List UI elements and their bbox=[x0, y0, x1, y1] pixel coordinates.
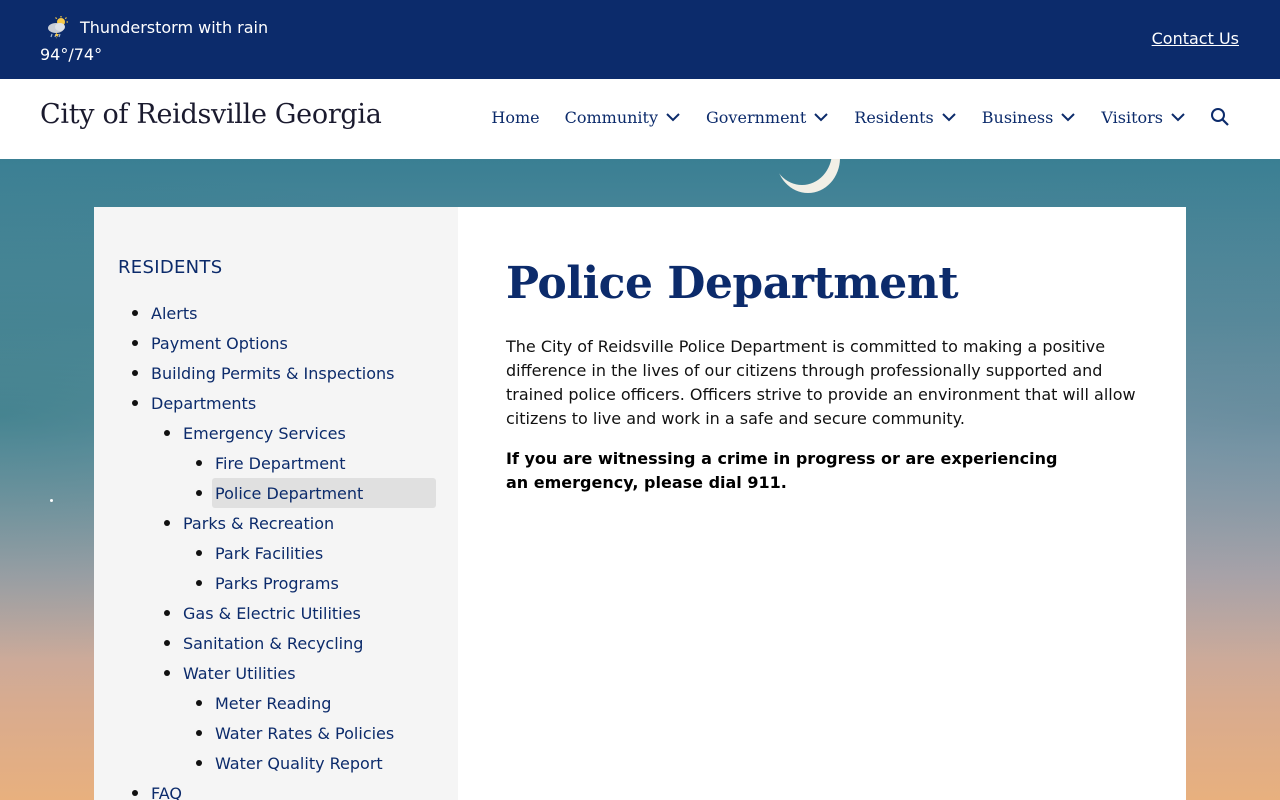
chevron-down-icon bbox=[1171, 113, 1185, 122]
bullet-icon bbox=[196, 580, 202, 586]
chevron-down-icon bbox=[814, 113, 828, 122]
sidebar-title[interactable]: RESIDENTS bbox=[118, 257, 222, 278]
sidebar-item-meter-reading[interactable]: Meter Reading bbox=[94, 688, 458, 718]
bullet-icon bbox=[164, 640, 170, 646]
nav-item-community[interactable]: Community bbox=[565, 108, 681, 127]
bullet-icon bbox=[164, 670, 170, 676]
sidebar-item-label: Sanitation & Recycling bbox=[183, 633, 364, 653]
bullet-icon bbox=[196, 730, 202, 736]
sidebar-item-label: Parks & Recreation bbox=[183, 513, 335, 533]
nav-item-visitors[interactable]: Visitors bbox=[1101, 108, 1186, 127]
moon-graphic bbox=[772, 159, 832, 185]
sidebar-item-label: Meter Reading bbox=[215, 693, 332, 713]
bullet-icon bbox=[196, 760, 202, 766]
bullet-icon bbox=[196, 490, 202, 496]
utility-bar: Thunderstorm with rain 94°/74° Contact U… bbox=[0, 0, 1280, 79]
search-icon[interactable] bbox=[1210, 107, 1230, 127]
sidebar-item-label: Payment Options bbox=[151, 333, 288, 353]
sidebar-item-label: Parks Programs bbox=[215, 573, 339, 593]
sidebar-item-parks-programs[interactable]: Parks Programs bbox=[94, 568, 458, 598]
bullet-icon bbox=[196, 550, 202, 556]
weather-temperature: 94°/74° bbox=[40, 45, 103, 64]
chevron-down-icon bbox=[942, 113, 956, 122]
nav-item-residents[interactable]: Residents bbox=[854, 108, 957, 127]
chevron-down-icon bbox=[666, 113, 680, 122]
bullet-icon bbox=[196, 460, 202, 466]
bullet-icon bbox=[164, 610, 170, 616]
sidebar-item-faq[interactable]: FAQ bbox=[94, 778, 458, 800]
sidebar-item-label: Emergency Services bbox=[183, 423, 346, 443]
bullet-icon bbox=[164, 520, 170, 526]
nav-item-business[interactable]: Business bbox=[982, 108, 1077, 127]
sidebar-item-label: Gas & Electric Utilities bbox=[183, 603, 361, 623]
nav-label: Residents bbox=[854, 107, 934, 127]
sidebar-item-label: Water Utilities bbox=[183, 663, 296, 683]
bullet-icon bbox=[132, 310, 138, 316]
nav-item-home[interactable]: Home bbox=[491, 108, 539, 127]
sidebar-item-label: Water Rates & Policies bbox=[215, 723, 395, 743]
bullet-icon bbox=[132, 400, 138, 406]
content-card: RESIDENTS Alerts Payment Options Building … bbox=[94, 207, 1186, 800]
sidebar-list: Alerts Payment Options Building Permits & … bbox=[94, 298, 458, 800]
bullet-icon bbox=[196, 700, 202, 706]
page-title: Police Department bbox=[506, 258, 959, 309]
weather-condition: Thunderstorm with rain bbox=[80, 18, 269, 37]
sidebar-item-police-department[interactable]: Police Department bbox=[94, 478, 458, 508]
sidebar-item-label: Police Department bbox=[215, 483, 364, 503]
sidebar-item-label: Building Permits & Inspections bbox=[151, 363, 395, 383]
nav-label: Community bbox=[564, 107, 659, 127]
bullet-icon bbox=[164, 430, 170, 436]
sidebar-item-gas-electric-utilities[interactable]: Gas & Electric Utilities bbox=[94, 598, 458, 628]
site-header: City of Reidsville Georgia Home Communit… bbox=[0, 79, 1280, 159]
sidebar-item-water-quality-report[interactable]: Water Quality Report bbox=[94, 748, 458, 778]
chevron-down-icon bbox=[1061, 113, 1076, 122]
sidebar-item-label: Fire Department bbox=[215, 453, 346, 473]
sidebar-item-label: Alerts bbox=[151, 303, 198, 323]
sidebar-item-payment-options[interactable]: Payment Options bbox=[94, 328, 458, 358]
sidebar-item-label: Water Quality Report bbox=[215, 753, 383, 773]
star bbox=[50, 499, 53, 502]
intro-paragraph: The City of Reidsville Police Department… bbox=[506, 337, 1136, 428]
main-nav: Home Community Government Residents Busi… bbox=[466, 107, 1230, 127]
sidebar: RESIDENTS Alerts Payment Options Building … bbox=[94, 207, 458, 800]
sidebar-item-label: FAQ bbox=[151, 783, 182, 800]
sidebar-item-departments[interactable]: Departments bbox=[94, 388, 458, 418]
sidebar-item-label: Departments bbox=[151, 393, 257, 413]
nav-label: Visitors bbox=[1101, 107, 1163, 127]
nav-label: Business bbox=[981, 107, 1054, 127]
bullet-icon bbox=[132, 790, 138, 796]
sidebar-item-emergency-services[interactable]: Emergency Services bbox=[94, 418, 458, 448]
sidebar-item-park-facilities[interactable]: Park Facilities bbox=[94, 538, 458, 568]
emergency-notice: If you are witnessing a crime in progres… bbox=[506, 449, 1058, 492]
sidebar-item-label: Park Facilities bbox=[215, 543, 324, 563]
nav-item-government[interactable]: Government bbox=[706, 108, 829, 127]
bullet-icon bbox=[132, 340, 138, 346]
main-content: Police Department The City of Reidsville… bbox=[506, 257, 1136, 495]
site-title[interactable]: City of Reidsville Georgia bbox=[40, 99, 382, 130]
sidebar-item-fire-department[interactable]: Fire Department bbox=[94, 448, 458, 478]
contact-us-link[interactable]: Contact Us bbox=[1152, 29, 1239, 48]
sidebar-item-alerts[interactable]: Alerts bbox=[94, 298, 458, 328]
sidebar-item-building-permits-inspections[interactable]: Building Permits & Inspections bbox=[94, 358, 458, 388]
sidebar-item-sanitation-recycling[interactable]: Sanitation & Recycling bbox=[94, 628, 458, 658]
thunderstorm-icon bbox=[46, 16, 70, 40]
nav-label: Government bbox=[706, 107, 807, 127]
sidebar-item-water-utilities[interactable]: Water Utilities bbox=[94, 658, 458, 688]
sidebar-item-parks-recreation[interactable]: Parks & Recreation bbox=[94, 508, 458, 538]
nav-label: Home bbox=[491, 107, 540, 127]
bullet-icon bbox=[132, 370, 138, 376]
sidebar-item-water-rates-policies[interactable]: Water Rates & Policies bbox=[94, 718, 458, 748]
